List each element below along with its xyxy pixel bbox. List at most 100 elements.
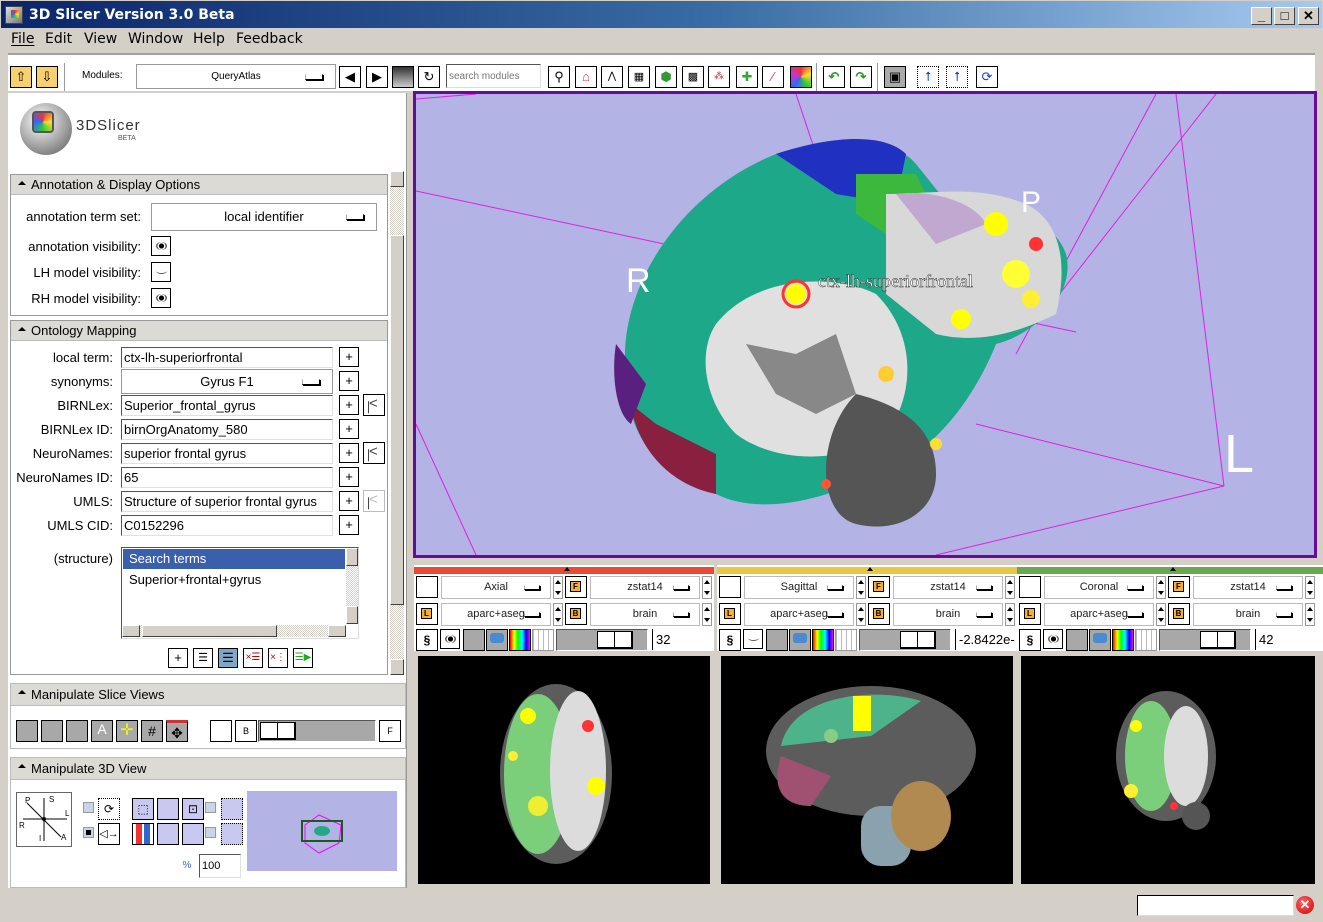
measurements-icon[interactable]: ∕ bbox=[762, 66, 784, 88]
foreground-spinner[interactable] bbox=[1305, 576, 1315, 599]
list-item[interactable]: Search terms bbox=[123, 549, 345, 569]
panel-scrollbar[interactable] bbox=[390, 171, 404, 675]
orientation-widget[interactable]: P S R L I A bbox=[16, 792, 72, 847]
hierarchy-browser-icon[interactable] bbox=[363, 442, 385, 464]
3d-view[interactable]: ctx-lh-superiorfrontal R P L bbox=[413, 91, 1317, 558]
term-set-selector[interactable]: local identifier bbox=[151, 203, 377, 231]
search-modules-input[interactable] bbox=[446, 64, 541, 88]
link-slices-icon[interactable]: § bbox=[719, 629, 741, 651]
spatial-units-icon[interactable]: # bbox=[141, 720, 163, 742]
ontology-field[interactable]: Structure of superior frontal gyrus bbox=[121, 491, 333, 512]
background-spinner[interactable] bbox=[1305, 603, 1315, 626]
slice-color-bar[interactable] bbox=[414, 567, 714, 574]
add-to-search-button[interactable]: + bbox=[339, 467, 359, 487]
section-header[interactable]: Manipulate Slice Views bbox=[11, 684, 405, 706]
data-icon[interactable]: ⋀ bbox=[601, 66, 623, 88]
background-selector[interactable]: brain bbox=[1193, 603, 1303, 626]
ontology-field[interactable]: 65 bbox=[121, 467, 333, 488]
link-slices-icon[interactable]: § bbox=[1019, 629, 1041, 651]
redo-icon[interactable]: ↷ bbox=[850, 66, 872, 88]
ontology-field[interactable]: superior frontal gyrus bbox=[121, 443, 333, 464]
slice-view-red[interactable] bbox=[416, 654, 712, 886]
volumes-icon[interactable]: ▦ bbox=[628, 66, 650, 88]
lh-visibility-toggle[interactable] bbox=[151, 262, 171, 282]
foreground-layer-icon[interactable]: F bbox=[868, 576, 890, 598]
label-layer-icon[interactable]: L bbox=[1019, 603, 1041, 625]
hierarchy-browser-icon[interactable] bbox=[363, 394, 385, 416]
menu-view[interactable]: View bbox=[84, 31, 117, 47]
slice-grid-icon[interactable] bbox=[41, 720, 63, 742]
delete-selected-button[interactable]: ×☰ bbox=[243, 648, 263, 668]
section-header[interactable]: Ontology Mapping bbox=[11, 321, 387, 341]
label-layer-icon[interactable]: L bbox=[416, 603, 438, 625]
use-terms-button[interactable]: ☰▶ bbox=[293, 648, 313, 668]
label-spinner[interactable] bbox=[1156, 603, 1166, 626]
foreground-selector[interactable]: zstat14 bbox=[590, 576, 700, 599]
colormap-icon[interactable] bbox=[1112, 629, 1134, 651]
ontology-field[interactable]: Superior_frontal_gyrus bbox=[121, 395, 333, 416]
menu-edit[interactable]: Edit bbox=[45, 31, 72, 47]
background-layer-icon[interactable]: B bbox=[1168, 603, 1190, 625]
background-spinner[interactable] bbox=[1005, 603, 1015, 626]
foreground-layer-icon[interactable]: F bbox=[1168, 576, 1190, 598]
slice-fit-icon[interactable] bbox=[66, 720, 88, 742]
foreground-spinner[interactable] bbox=[702, 576, 712, 599]
background-layer-icon[interactable]: B bbox=[868, 603, 890, 625]
reset-focal-point-icon[interactable]: ⊡ bbox=[182, 798, 204, 820]
slice-color-bar[interactable] bbox=[717, 567, 1017, 574]
module-selector[interactable]: QueryAtlas bbox=[136, 64, 336, 89]
slice-offset-value[interactable]: 32 bbox=[652, 629, 712, 650]
colormap-icon[interactable] bbox=[509, 629, 531, 651]
background-layer-icon[interactable]: B bbox=[565, 603, 587, 625]
label-layer-icon[interactable]: L bbox=[719, 603, 741, 625]
fit-to-window-icon[interactable] bbox=[789, 629, 811, 651]
select-all-button[interactable]: ☰ bbox=[218, 648, 238, 668]
label-selector[interactable]: aparc+aseg bbox=[744, 603, 854, 626]
mouse-place-icon[interactable]: ⭡ bbox=[946, 66, 968, 88]
orientation-selector[interactable]: Sagittal bbox=[744, 576, 854, 599]
editor-icon[interactable]: ✚ bbox=[736, 66, 758, 88]
slice-offset-value[interactable]: 42 bbox=[1255, 629, 1315, 650]
orientation-selector[interactable]: Coronal bbox=[1044, 576, 1154, 599]
module-history-icon[interactable] bbox=[392, 66, 414, 88]
orientation-spinner[interactable] bbox=[856, 576, 866, 599]
label-selector[interactable]: aparc+aseg bbox=[441, 603, 551, 626]
zoom-icon[interactable]: % bbox=[179, 857, 195, 875]
lightbox-icon[interactable] bbox=[1066, 629, 1088, 651]
3d-view-navigator[interactable] bbox=[247, 791, 397, 871]
zoom-input[interactable]: 100 bbox=[199, 854, 241, 878]
slice-color-bar[interactable] bbox=[1017, 567, 1323, 574]
pitch-icon[interactable] bbox=[221, 798, 243, 820]
synonyms-selector[interactable]: Gyrus F1 bbox=[121, 369, 333, 394]
label-spinner[interactable] bbox=[856, 603, 866, 626]
background-spinner[interactable] bbox=[702, 603, 712, 626]
clear-all-button[interactable]: ×⋮ bbox=[268, 648, 288, 668]
slice-offset-value[interactable]: -2.8422e-0 bbox=[955, 629, 1015, 650]
slice-offset-slider[interactable] bbox=[859, 629, 951, 651]
rock-checkbox[interactable] bbox=[83, 827, 94, 838]
rh-visibility-toggle[interactable] bbox=[151, 288, 171, 308]
color-icon[interactable] bbox=[790, 66, 812, 88]
section-header[interactable]: Annotation & Display Options bbox=[11, 175, 387, 195]
visibility-icon[interactable] bbox=[157, 798, 179, 820]
background-selector[interactable]: brain bbox=[590, 603, 700, 626]
search-terms-list[interactable]: Search terms Superior+frontal+gyrus bbox=[121, 547, 359, 639]
error-log-icon[interactable]: ✕ bbox=[1296, 896, 1314, 914]
ontology-field[interactable]: C0152296 bbox=[121, 515, 333, 536]
fit-to-window-icon[interactable] bbox=[1089, 629, 1111, 651]
lightbox-icon[interactable] bbox=[463, 629, 485, 651]
slice-visibility-toggle[interactable] bbox=[743, 629, 763, 649]
add-to-search-button[interactable]: + bbox=[339, 443, 359, 463]
link-slices-icon[interactable]: § bbox=[416, 629, 438, 651]
menu-file[interactable]: File bbox=[11, 31, 34, 47]
slice-offset-slider[interactable] bbox=[556, 629, 648, 651]
scroll-thumb[interactable] bbox=[390, 235, 404, 605]
slice-options-icon[interactable] bbox=[1019, 576, 1041, 598]
add-to-search-button[interactable]: + bbox=[339, 515, 359, 535]
roll-icon[interactable] bbox=[221, 823, 243, 845]
slice-offset-slider[interactable] bbox=[1159, 629, 1251, 651]
slice-pan-icon[interactable]: ✥ bbox=[166, 720, 188, 742]
ontology-field[interactable]: ctx-lh-superiorfrontal bbox=[121, 347, 333, 368]
pitch-checkbox[interactable] bbox=[205, 802, 216, 813]
close-button[interactable]: ✕ bbox=[1298, 7, 1319, 25]
